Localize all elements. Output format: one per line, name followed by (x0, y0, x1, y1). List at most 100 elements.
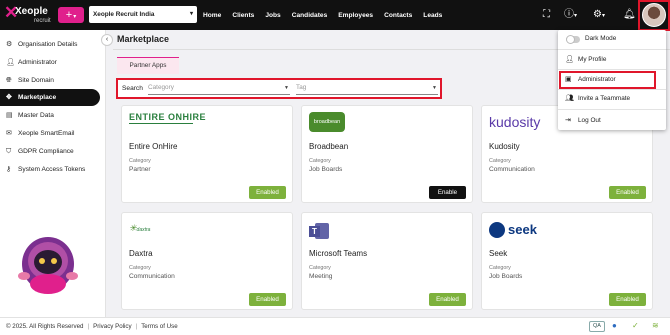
app-name: Seek (489, 249, 508, 258)
top-bar: ✕ Xeople recruit +▾ Xeople Recruit India… (0, 0, 670, 31)
daxtra-logo-text: daxtra (136, 227, 151, 233)
quick-add-button[interactable]: +▾ (58, 7, 84, 23)
dark-mode-toggle[interactable]: Dark Mode (558, 32, 666, 46)
collapse-sidebar-button[interactable]: ‹ (101, 34, 113, 46)
nav-contacts[interactable]: Contacts (384, 12, 412, 19)
category-value: Communication (129, 273, 175, 280)
menu-divider (558, 89, 666, 90)
nav-home[interactable]: Home (203, 12, 221, 19)
nav-jobs[interactable]: Jobs (265, 12, 280, 19)
settings-icon: ⚙ (6, 41, 13, 48)
database-icon: ▤ (6, 112, 13, 119)
menu-item-my-profile[interactable]: 👤︎ My Profile (558, 53, 666, 67)
xeople-logo[interactable]: ✕ Xeople recruit (4, 4, 54, 26)
check-circle-icon[interactable]: ✓ (632, 321, 639, 330)
category-label: Category (309, 265, 331, 271)
menu-item-invite-teammate[interactable]: 👥︎ Invite a Teammate (558, 92, 666, 106)
main-nav: Home Clients Jobs Candidates Employees C… (203, 0, 453, 30)
sidebar-item-site-domain[interactable]: 🌐︎ Site Domain (0, 72, 100, 89)
key-icon: ⚷ (6, 166, 12, 173)
tab-partner-apps[interactable]: Partner Apps (117, 57, 179, 74)
bell-icon[interactable]: 🔔︎ (623, 8, 636, 22)
sidebar-item-access-tokens[interactable]: ⚷ System Access Tokens (0, 161, 100, 178)
chevron-left-icon: ‹ (105, 36, 109, 43)
sidebar-item-label: Organisation Details (18, 41, 78, 48)
category-label: Category (309, 158, 331, 164)
footer-text: © 2025. All Rights Reserved | Privacy Poli… (6, 323, 178, 330)
user-icon: 👤︎ (6, 59, 15, 66)
sidebar-item-administrator[interactable]: 👤︎ Administrator (0, 54, 100, 71)
sidebar-item-gdpr[interactable]: ⛉ GDPR Compliance (0, 143, 100, 160)
menu-item-label: My Profile (578, 56, 607, 63)
terms-of-use-link[interactable]: Terms of Use (141, 323, 177, 330)
menu-divider (558, 49, 666, 50)
user-circle-icon[interactable]: ● (612, 321, 617, 330)
nav-clients[interactable]: Clients (232, 12, 254, 19)
enabled-button[interactable]: Enabled (609, 186, 646, 199)
email-icon: ✉ (6, 130, 12, 137)
nav-candidates[interactable]: Candidates (292, 12, 328, 19)
user-icon: 👤︎ (565, 56, 574, 63)
page-title: Marketplace (117, 34, 170, 44)
footer-separator: | (87, 323, 90, 330)
enabled-button[interactable]: Enabled (429, 293, 466, 306)
tag-select[interactable]: Tag ▼ (296, 82, 438, 95)
seek-mark (489, 221, 505, 238)
category-value: Partner (129, 166, 151, 173)
kudosity-logo: kudosity (489, 114, 540, 134)
app-name: Broadbean (309, 142, 349, 151)
enabled-button[interactable]: Enabled (249, 186, 286, 199)
sidebar-item-master-data[interactable]: ▤ Master Data (0, 107, 100, 124)
kudosity-logo-text: kudosity (489, 114, 541, 130)
nav-employees[interactable]: Employees (338, 12, 373, 19)
sidebar-item-label: System Access Tokens (18, 166, 86, 173)
category-label: Category (129, 158, 151, 164)
sidebar-item-label: Site Domain (18, 77, 54, 84)
toggle-knob (566, 35, 575, 44)
nav-leads[interactable]: Leads (423, 12, 442, 19)
mascot-illustration (18, 237, 78, 294)
menu-item-label: Log Out (578, 117, 601, 124)
footer: © 2025. All Rights Reserved | Privacy Poli… (0, 317, 670, 335)
app-card-microsoft-teams: T Microsoft Teams Category Meeting Enabl… (301, 212, 473, 310)
organisation-select[interactable]: Xeople Recruit India ▾ (89, 6, 197, 23)
enable-button[interactable]: Enable (429, 186, 466, 199)
app-card-seek: seek Seek Category Job Boards Enabled (481, 212, 653, 310)
fullscreen-icon[interactable]: ⛶ (543, 8, 550, 22)
sidebar-item-organisation-details[interactable]: ⚙ Organisation Details (0, 36, 100, 53)
menu-item-log-out[interactable]: ⇥ Log Out (558, 114, 666, 128)
menu-item-label: Invite a Teammate (578, 95, 631, 102)
sidebar-item-smartemail[interactable]: ✉ Xeople SmartEmail (0, 125, 100, 142)
sidebar-item-marketplace[interactable]: ✥ Marketplace (0, 89, 100, 106)
tag-placeholder: Tag (296, 84, 307, 91)
seek-logo-text: seek (508, 222, 537, 238)
help-icon[interactable]: ⓘ▾ (564, 8, 577, 23)
category-placeholder: Category (148, 84, 174, 91)
enabled-button[interactable]: Enabled (609, 293, 646, 306)
avatar[interactable] (642, 3, 666, 27)
marketplace-icon: ✥ (6, 94, 12, 101)
dark-mode-label: Dark Mode (585, 35, 617, 42)
enabled-button[interactable]: Enabled (249, 293, 286, 306)
qa-badge[interactable]: QA (589, 321, 605, 332)
wifi-icon: ≋ (652, 321, 659, 330)
privacy-policy-link[interactable]: Privacy Policy (93, 323, 132, 330)
globe-icon: 🌐︎ (6, 77, 12, 84)
search-label: Search (122, 85, 143, 92)
sidebar-item-label: Marketplace (18, 94, 57, 101)
broadbean-logo-text: broadbean (313, 119, 341, 125)
category-select[interactable]: Category ▼ (148, 82, 290, 95)
logo-name: Xeople (15, 6, 48, 17)
add-user-icon: 👥︎ (565, 95, 574, 102)
category-label: Category (489, 158, 511, 164)
daxtra-mark: ✳ (129, 223, 137, 233)
gear-icon[interactable]: ⚙▾ (593, 8, 605, 23)
app-card-daxtra: ✳daxtra Daxtra Category Communication En… (121, 212, 293, 310)
menu-divider (558, 69, 666, 70)
search-filter-bar: Search Category ▼ Tag ▼ (116, 78, 442, 99)
sidebar-item-label: GDPR Compliance (18, 148, 74, 155)
app-card-entire-onhire: ENTIRE ONHIRE Entire OnHire Category Par… (121, 105, 293, 203)
category-value: Meeting (309, 273, 333, 280)
toggle-switch[interactable] (566, 35, 580, 44)
logout-icon: ⇥ (565, 117, 571, 124)
